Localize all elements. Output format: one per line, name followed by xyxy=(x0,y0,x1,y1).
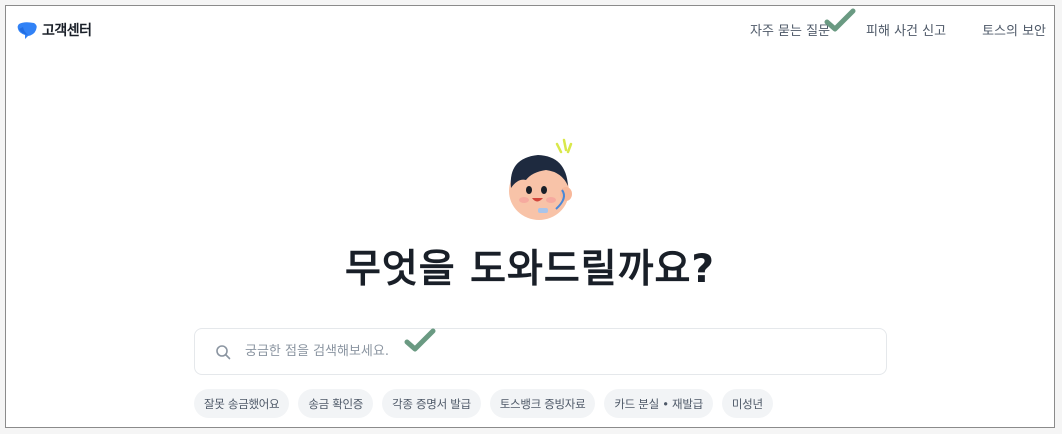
search-input[interactable] xyxy=(243,343,886,360)
quick-topic-chips: 잘못 송금했어요 송금 확인증 각종 증명서 발급 토스뱅크 증빙자료 카드 분… xyxy=(194,389,773,418)
chip-minor[interactable]: 미성년 xyxy=(721,389,773,418)
checkmark-icon xyxy=(824,8,856,32)
logo[interactable]: 고객센터 xyxy=(16,20,92,40)
chip-card-lost-reissue[interactable]: 카드 분실 • 재발급 xyxy=(604,389,713,418)
top-nav: 자주 묻는 질문 피해 사건 신고 토스의 보안 xyxy=(750,20,1046,39)
chip-transfer-receipt[interactable]: 송금 확인증 xyxy=(298,389,374,418)
toss-logo-icon xyxy=(17,22,37,39)
chip-tossbank-documents[interactable]: 토스뱅크 증빙자료 xyxy=(489,389,596,418)
search-box[interactable] xyxy=(194,328,887,375)
nav-fraud-report-link[interactable]: 피해 사건 신고 xyxy=(866,20,946,39)
logo-text: 고객센터 xyxy=(42,23,92,39)
nav-security-link[interactable]: 토스의 보안 xyxy=(982,20,1046,39)
chip-wrong-transfer[interactable]: 잘못 송금했어요 xyxy=(194,389,290,418)
search-icon xyxy=(216,344,231,359)
nav-faq-link[interactable]: 자주 묻는 질문 xyxy=(750,20,830,39)
checkmark-icon xyxy=(404,328,436,352)
page-headline: 무엇을 도와드릴까요? xyxy=(344,247,716,292)
page-frame: 고객센터 자주 묻는 질문 피해 사건 신고 토스의 보안 무엇을 도와드릴까요… xyxy=(5,5,1055,428)
chip-certificates[interactable]: 각종 증명서 발급 xyxy=(382,389,481,418)
mascot-illustration xyxy=(509,138,573,220)
